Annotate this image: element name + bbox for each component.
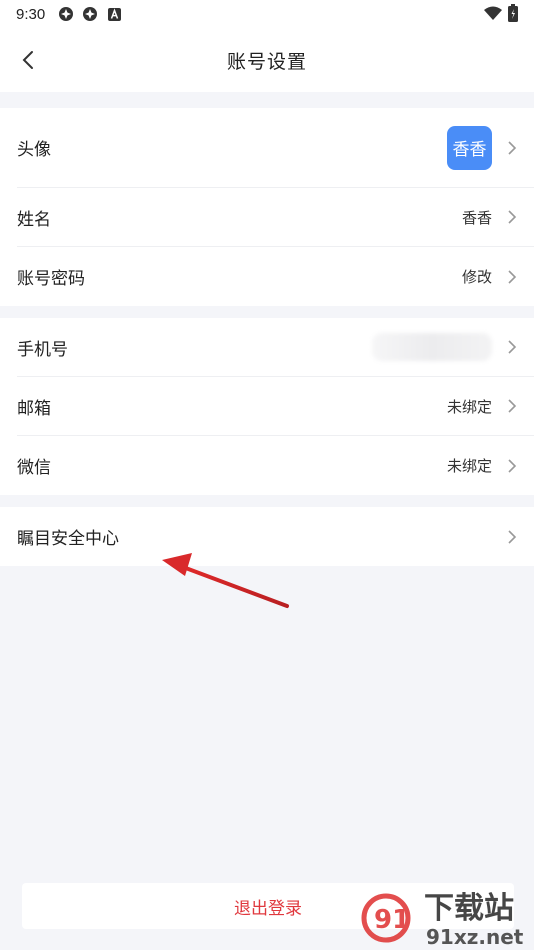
binding-group: 手机号 邮箱 未绑定 微信 未绑定 — [0, 318, 534, 495]
chevron-right-icon — [506, 397, 518, 415]
row-label: 邮箱 — [17, 398, 51, 419]
svg-text:91: 91 — [374, 905, 410, 935]
name-row[interactable]: 姓名 香香 — [17, 188, 534, 247]
chevron-right-icon — [506, 208, 518, 226]
page-title: 账号设置 — [226, 50, 307, 73]
blurred-phone-value — [372, 333, 492, 361]
avatar: 香香 — [447, 125, 492, 170]
chevron-right-icon — [506, 139, 518, 157]
row-value: 修改 — [461, 268, 492, 286]
chevron-right-icon — [506, 457, 518, 475]
row-label: 手机号 — [17, 339, 68, 360]
row-value: 未绑定 — [446, 397, 492, 416]
wifi-icon — [484, 6, 502, 24]
site-watermark-icon: 91 下载站 91xz.net — [361, 891, 524, 949]
app-notification-icon — [57, 5, 75, 23]
app-a-icon — [105, 5, 123, 23]
profile-group: 头像 香香 姓名 香香 账号密码 修改 — [0, 108, 534, 306]
top-navigation-bar: 账号设置 — [0, 28, 534, 92]
row-label: 头像 — [17, 140, 51, 160]
wechat-row[interactable]: 微信 未绑定 — [17, 436, 534, 495]
row-label: 瞩目安全中心 — [17, 529, 119, 549]
row-value: 未绑定 — [446, 457, 492, 475]
avatar-row[interactable]: 头像 香香 — [17, 108, 534, 188]
chevron-right-icon — [506, 338, 518, 356]
row-value: 香香 — [461, 208, 492, 227]
svg-text:下载站: 下载站 — [424, 891, 514, 926]
row-label: 账号密码 — [17, 269, 85, 289]
password-row[interactable]: 账号密码 修改 — [17, 247, 534, 306]
svg-text:91xz.net: 91xz.net — [426, 925, 524, 949]
row-label: 姓名 — [17, 209, 51, 230]
row-label: 微信 — [17, 458, 51, 478]
security-center-row[interactable]: 瞩目安全中心 — [17, 507, 534, 566]
battery-icon — [508, 4, 518, 26]
status-bar: 9:30 — [0, 0, 534, 28]
app-notification-icon — [81, 5, 99, 23]
chevron-right-icon — [506, 528, 518, 546]
back-button[interactable] — [14, 46, 42, 74]
email-row[interactable]: 邮箱 未绑定 — [17, 377, 534, 436]
status-time: 9:30 — [16, 5, 46, 23]
chevron-right-icon — [506, 268, 518, 286]
chevron-left-icon — [22, 51, 33, 69]
security-group: 瞩目安全中心 — [0, 507, 534, 566]
phone-row[interactable]: 手机号 — [17, 318, 534, 377]
